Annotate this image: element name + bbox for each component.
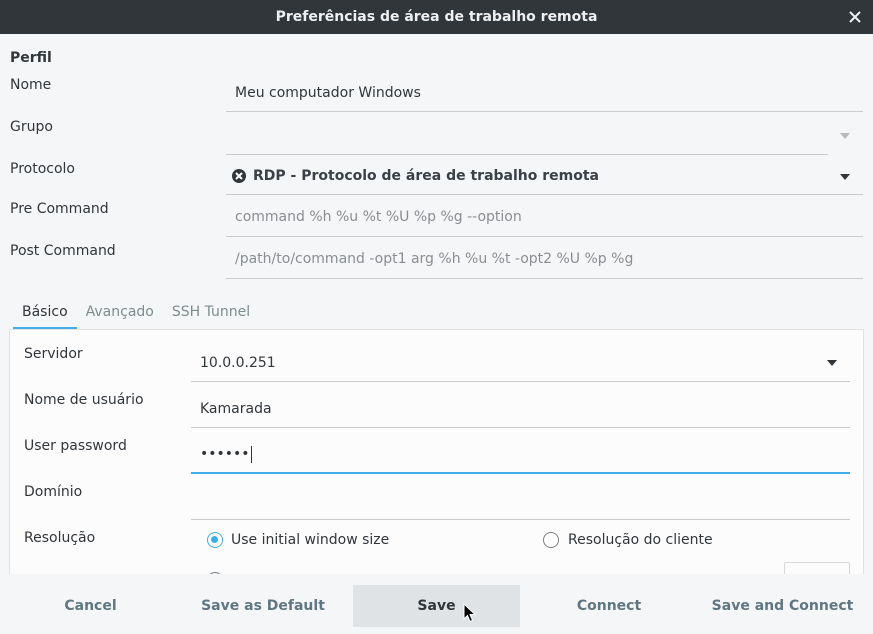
postcommand-label: Post Command: [10, 243, 116, 259]
tab-ssh-tunnel[interactable]: SSH Tunnel: [163, 297, 259, 329]
precommand-label: Pre Command: [10, 201, 109, 217]
cancel-button[interactable]: Cancel: [0, 585, 181, 627]
radio-client-resolution-label[interactable]: Resolução do cliente: [568, 532, 713, 548]
username-label: Nome de usuário: [24, 392, 144, 408]
precommand-placeholder: command %h %u %t %U %p %g --option: [235, 209, 522, 225]
radio-client-resolution[interactable]: [543, 532, 559, 548]
username-input[interactable]: Kamarada: [191, 390, 850, 428]
resolution-edit-button[interactable]: [784, 562, 850, 574]
rdp-protocol-icon: [231, 168, 247, 184]
server-value: 10.0.0.251: [200, 354, 276, 371]
radio-initial-window-size[interactable]: [207, 532, 223, 548]
postcommand-placeholder: /path/to/command -opt1 arg %h %u %t -opt…: [235, 251, 634, 267]
radio-custom-resolution[interactable]: [207, 572, 223, 574]
resolution-label: Resolução: [24, 530, 96, 546]
password-label: User password: [24, 438, 127, 454]
text-cursor: [250, 445, 252, 463]
group-combo[interactable]: [226, 116, 828, 155]
server-label: Servidor: [24, 346, 83, 362]
dialog-button-bar: Cancel Save as Default Save Connect Save…: [0, 575, 873, 634]
postcommand-input[interactable]: /path/to/command -opt1 arg %h %u %t -opt…: [226, 240, 863, 279]
basic-tab-panel: Servidor 10.0.0.251 Nome de usuário Kama…: [9, 329, 864, 574]
precommand-input[interactable]: command %h %u %t %U %p %g --option: [226, 198, 863, 237]
save-as-default-button[interactable]: Save as Default: [181, 585, 345, 627]
save-button[interactable]: Save: [353, 585, 520, 627]
domain-input[interactable]: [191, 482, 850, 520]
save-and-connect-button[interactable]: Save and Connect: [700, 585, 865, 627]
close-icon[interactable]: [847, 9, 863, 25]
tab-avancado[interactable]: Avançado: [77, 297, 163, 329]
window-title: Preferências de área de trabalho remota: [275, 9, 598, 25]
group-dropdown-icon[interactable]: [840, 133, 850, 139]
tab-bar: Básico Avançado SSH Tunnel: [10, 297, 259, 329]
protocol-label: Protocolo: [10, 161, 75, 177]
profile-section-title: Perfil: [10, 50, 52, 66]
radio-initial-window-size-label[interactable]: Use initial window size: [231, 532, 389, 548]
title-bar: Preferências de área de trabalho remota: [0, 0, 873, 34]
protocol-dropdown-icon[interactable]: [840, 174, 850, 180]
connect-button[interactable]: Connect: [527, 585, 691, 627]
protocol-value: RDP - Protocolo de área de trabalho remo…: [253, 168, 599, 184]
protocol-select[interactable]: RDP - Protocolo de área de trabalho remo…: [226, 158, 863, 195]
save-button-label: Save: [417, 598, 456, 614]
name-value: Meu computador Windows: [235, 84, 421, 101]
domain-label: Domínio: [24, 484, 83, 500]
name-field[interactable]: Meu computador Windows: [226, 74, 863, 112]
mouse-pointer-icon: [463, 602, 477, 623]
tab-basico[interactable]: Básico: [13, 297, 77, 329]
username-value: Kamarada: [200, 400, 272, 417]
name-label: Nome: [10, 77, 52, 93]
server-combo[interactable]: 10.0.0.251: [191, 344, 850, 382]
server-dropdown-icon[interactable]: [827, 360, 837, 366]
password-input[interactable]: ••••••: [191, 436, 850, 474]
group-label: Grupo: [10, 119, 53, 135]
password-value: ••••••: [200, 446, 250, 462]
